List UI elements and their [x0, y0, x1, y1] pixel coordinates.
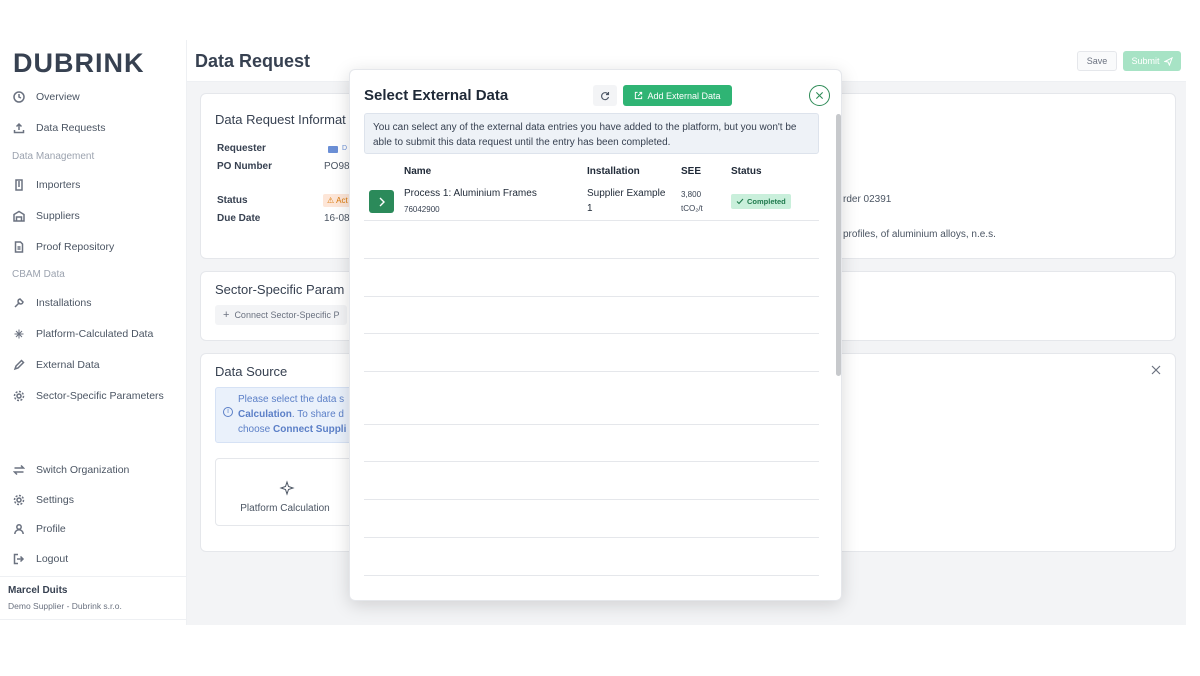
sidebar-item-profile[interactable]: Profile — [12, 518, 66, 540]
sparkle-icon — [279, 480, 295, 496]
sidebar-item-logout[interactable]: Logout — [12, 548, 68, 570]
data-source-info: i Please select the data s Calculation. … — [215, 387, 355, 443]
sidebar-item-installations[interactable]: Installations — [12, 292, 91, 314]
refresh-icon — [601, 91, 610, 100]
row-divider — [364, 371, 819, 372]
row-divider — [364, 537, 819, 538]
row-divider — [364, 220, 819, 221]
po-number-value: PO98 — [324, 161, 350, 172]
sidebar-item-external-data[interactable]: External Data — [12, 354, 100, 376]
info-icon: i — [223, 407, 233, 417]
row-divider — [364, 499, 819, 500]
row-divider — [364, 296, 819, 297]
status-badge: Completed — [731, 194, 791, 209]
logo: DUBRINK — [13, 48, 145, 78]
clock-icon — [12, 90, 26, 104]
column-header-status: Status — [731, 166, 762, 177]
row-divider — [364, 461, 819, 462]
select-row-button[interactable] — [369, 190, 394, 213]
sidebar-item-data-requests[interactable]: Data Requests — [12, 117, 105, 139]
status-badge: ⚠ Act — [323, 194, 352, 207]
sidebar-item-suppliers[interactable]: Suppliers — [12, 205, 80, 227]
requester-flag — [328, 146, 338, 153]
refresh-button[interactable] — [593, 85, 617, 106]
column-header-name: Name — [404, 166, 432, 177]
requester-label: Requester — [217, 143, 266, 154]
data-source-title: Data Source — [215, 364, 288, 379]
product-description: profiles, of aluminium alloys, n.e.s. — [843, 229, 996, 240]
row-name: Process 1: Aluminium Frames — [404, 188, 537, 199]
check-icon — [736, 198, 744, 205]
row-divider — [364, 333, 819, 334]
add-external-data-button[interactable]: Add External Data — [623, 85, 732, 106]
order-reference: rder 02391 — [843, 194, 892, 205]
row-see-unit: tCO₂/t — [681, 204, 703, 213]
close-modal-button[interactable] — [809, 85, 830, 106]
user-icon — [12, 522, 26, 536]
po-number-label: PO Number — [217, 161, 273, 172]
sidebar-item-settings[interactable]: Settings — [12, 489, 74, 511]
row-divider — [364, 575, 819, 576]
row-divider — [364, 258, 819, 259]
logout-icon — [12, 552, 26, 566]
page-title: Data Request — [195, 51, 311, 71]
upload-icon — [12, 121, 26, 135]
column-header-see: SEE — [681, 166, 702, 177]
file-icon — [12, 240, 26, 254]
request-info-title: Data Request Informat — [215, 112, 346, 127]
sector-params-title: Sector-Specific Param — [215, 282, 345, 297]
close-icon[interactable] — [1151, 365, 1161, 375]
row-divider — [364, 424, 819, 425]
sidebar-item-proof-repository[interactable]: Proof Repository — [12, 236, 114, 258]
platform-calculation-option[interactable]: Platform Calculation — [215, 458, 355, 526]
section-cbam-data: CBAM Data — [12, 269, 65, 280]
sidebar-item-importers[interactable]: Importers — [12, 174, 80, 196]
row-installation-line2: 1 — [587, 203, 593, 214]
sidebar-item-platform-calculated-data[interactable]: Platform-Calculated Data — [12, 323, 153, 345]
close-icon — [815, 91, 824, 100]
pencil-icon — [12, 358, 26, 372]
notice-banner: You can select any of the external data … — [364, 113, 819, 154]
modal-title: Select External Data — [364, 87, 509, 104]
plus-icon: + — [223, 309, 230, 321]
external-link-icon — [635, 91, 643, 100]
section-data-management: Data Management — [12, 151, 95, 162]
connect-sector-params-button[interactable]: + Connect Sector-Specific P — [215, 305, 348, 325]
due-date-value: 16-08 — [324, 213, 350, 224]
swap-icon — [12, 463, 26, 477]
submit-label: Submit — [1131, 56, 1160, 66]
user-name: Marcel Duits — [8, 585, 68, 596]
chevron-right-icon — [379, 197, 385, 206]
sparkle-icon — [12, 327, 26, 341]
requester-value: D — [342, 145, 348, 152]
wrench-icon — [12, 296, 26, 310]
warning-icon: ⚠ — [327, 196, 335, 205]
submit-button[interactable]: Submit — [1123, 51, 1181, 71]
user-profile-box[interactable]: Marcel Duits Demo Supplier - Dubrink s.r… — [0, 576, 187, 620]
sidebar: DUBRINK Overview Data Requests Data Mana… — [0, 40, 187, 625]
gear-icon — [12, 389, 26, 403]
column-header-installation: Installation — [587, 166, 640, 177]
building-icon — [12, 178, 26, 192]
sidebar-item-switch-organization[interactable]: Switch Organization — [12, 459, 129, 481]
send-icon — [1163, 56, 1173, 66]
sidebar-item-sector-specific-parameters[interactable]: Sector-Specific Parameters — [12, 385, 164, 407]
row-installation: Supplier Example — [587, 188, 666, 199]
save-button[interactable]: Save — [1077, 51, 1117, 71]
row-code: 76042900 — [404, 205, 440, 214]
status-label: Status — [217, 195, 248, 206]
gear-icon — [12, 493, 26, 507]
row-see-value: 3,800 — [681, 190, 702, 199]
user-organization: Demo Supplier - Dubrink s.r.o. — [8, 601, 122, 611]
due-date-label: Due Date — [217, 213, 261, 224]
select-external-data-modal: Select External Data Add External Data Y… — [349, 69, 842, 601]
modal-scrollbar[interactable] — [836, 114, 841, 376]
sidebar-item-overview[interactable]: Overview — [12, 86, 80, 108]
warehouse-icon — [12, 209, 26, 223]
